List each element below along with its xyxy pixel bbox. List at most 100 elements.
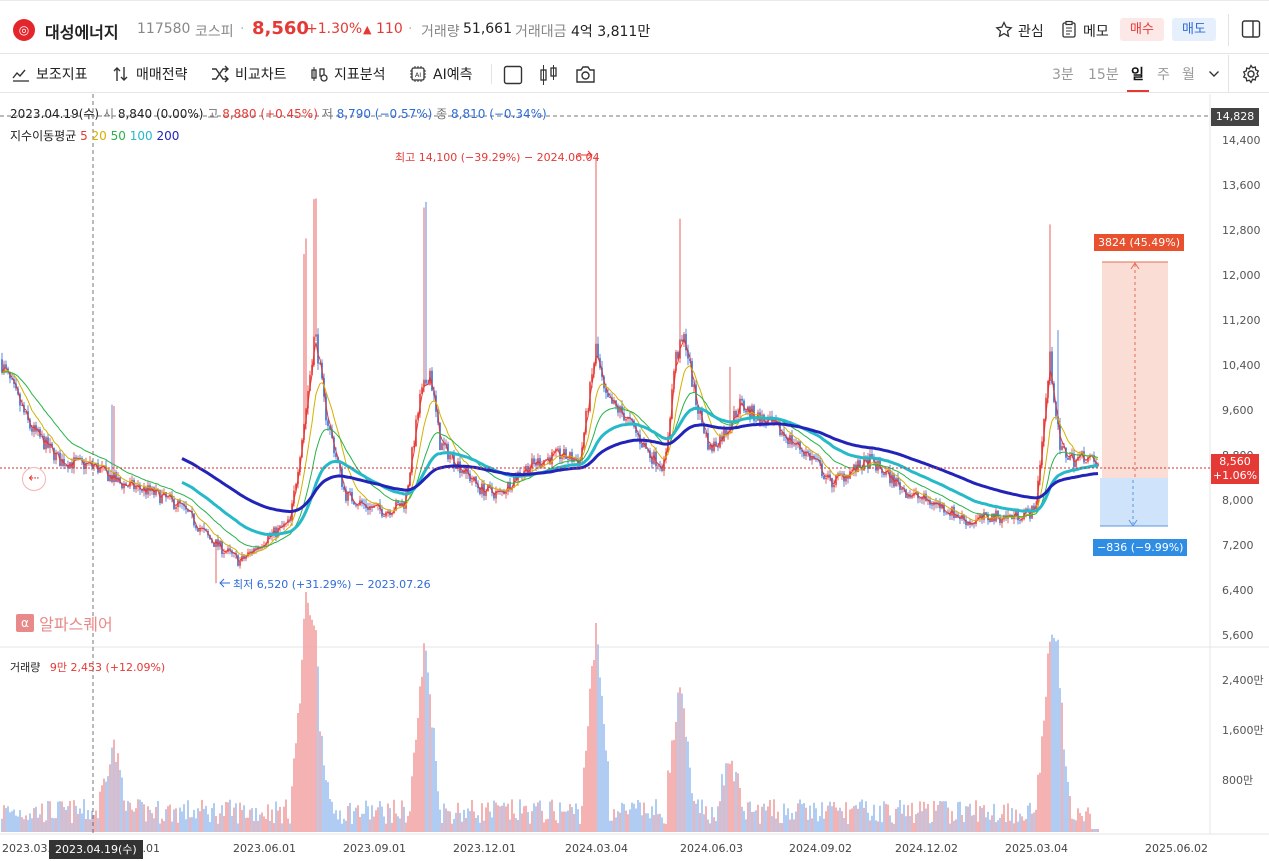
indicator-button[interactable]: 보조지표: [12, 63, 88, 85]
volume-bar: [447, 810, 449, 832]
volume-bar: [509, 819, 511, 832]
camera-icon[interactable]: [575, 65, 596, 84]
volume-bar: [489, 811, 491, 832]
volume-bar: [435, 761, 437, 832]
volume-bar: [1095, 829, 1097, 832]
watch-button[interactable]: 관심: [1018, 21, 1044, 41]
star-icon[interactable]: [995, 21, 1013, 39]
volume-bar: [931, 821, 933, 832]
volume-bar: [347, 806, 349, 832]
volume-bar: [973, 814, 975, 832]
period-15min[interactable]: 15분: [1088, 64, 1119, 84]
volume-bar: [721, 774, 723, 832]
volume-bar: [611, 820, 613, 832]
up-range-label: 3824 (45.49%): [1094, 234, 1185, 251]
volume-bar: [985, 817, 987, 832]
volume-bar: [987, 811, 989, 832]
volume-bar: [815, 808, 817, 832]
volume-bar: [897, 807, 899, 832]
volume-bar: [631, 802, 633, 832]
period-3min[interactable]: 3분: [1052, 64, 1074, 84]
candlestick-icon[interactable]: [539, 64, 559, 86]
strategy-button[interactable]: 매매전략: [112, 63, 188, 85]
alpha-logo-icon: α: [16, 614, 34, 632]
price-tick-label: 12,800: [1222, 224, 1261, 237]
volume-bar: [777, 811, 779, 832]
volume-bar: [961, 815, 963, 832]
period-day[interactable]: 일: [1131, 64, 1144, 84]
volume-bar: [1, 818, 3, 832]
volume-bar: [75, 805, 77, 832]
volume-bar: [855, 805, 857, 832]
stock-name[interactable]: 대성에너지: [45, 19, 119, 43]
volume-bar: [837, 810, 839, 832]
volume-bar: [473, 811, 475, 832]
volume-bar: [259, 814, 261, 832]
volume-bar: [303, 618, 305, 832]
volume-bar: [663, 823, 665, 832]
volume-bars: [1, 592, 1099, 832]
candle-body: [795, 444, 797, 446]
volume-bar: [757, 804, 759, 832]
volume-bar: [587, 726, 589, 832]
sell-button[interactable]: 매도: [1172, 18, 1216, 41]
volume-bar: [819, 816, 821, 832]
volume-bar: [1035, 809, 1037, 832]
volume-bar: [923, 801, 925, 832]
volume-bar: [1001, 814, 1003, 832]
volume-bar: [395, 813, 397, 832]
volume-bar: [681, 693, 683, 832]
chevron-down-icon[interactable]: [1208, 69, 1220, 79]
volume-bar: [33, 808, 35, 832]
turnover-value: 4억 3,811만: [571, 24, 651, 40]
volume-bar: [415, 739, 417, 832]
volume-bar: [763, 803, 765, 832]
volume-bar: [163, 821, 165, 832]
memo-button[interactable]: 메모: [1083, 21, 1109, 41]
volume-bar: [859, 801, 861, 832]
volume-bar: [117, 753, 119, 832]
panel-toggle-icon[interactable]: [1241, 19, 1261, 39]
volume-bar: [739, 787, 741, 832]
low-arrow-icon: [219, 578, 230, 588]
price-chart[interactable]: 14,400 13,600 12,800 12,000 11,200 10,400 9,60…: [0, 94, 1269, 861]
analysis-button[interactable]: 지표분석: [310, 63, 386, 85]
time-tick-label: 2025.03.04: [1005, 842, 1068, 855]
volume-bar: [253, 821, 255, 832]
volume-bar: [147, 806, 149, 832]
volume-bar: [653, 815, 655, 832]
period-week[interactable]: 주: [1157, 64, 1170, 84]
memo-icon[interactable]: [1060, 20, 1078, 39]
volume-bar: [427, 672, 429, 832]
volume-bar: [787, 808, 789, 832]
period-month[interactable]: 월: [1182, 64, 1195, 84]
chart-area[interactable]: 14,400 13,600 12,800 12,000 11,200 10,400 9,60…: [0, 94, 1269, 861]
volume-bar: [271, 809, 273, 832]
volume-bar: [691, 793, 693, 832]
gear-icon[interactable]: [1241, 64, 1261, 84]
volume-bar: [231, 815, 233, 832]
volume-bar: [639, 802, 641, 832]
volume-bar: [377, 807, 379, 832]
square-icon[interactable]: [503, 65, 523, 85]
volume-bar: [667, 770, 669, 832]
scroll-back-button[interactable]: ⇠: [22, 467, 46, 491]
volume-bar: [879, 805, 881, 832]
volume-bar: [335, 810, 337, 832]
volume-bar: [281, 823, 283, 832]
volume-bar: [167, 806, 169, 832]
candle-body: [657, 465, 659, 467]
strategy-label: 매매전략: [136, 67, 188, 83]
candle-body: [239, 560, 241, 566]
volume-bar: [127, 800, 129, 832]
volume-bar: [301, 659, 303, 832]
compare-button[interactable]: 비교차트: [211, 63, 287, 85]
volume-bar: [579, 823, 581, 832]
ai-predict-button[interactable]: AI AI예측: [409, 63, 472, 85]
buy-button[interactable]: 매수: [1120, 18, 1164, 41]
volume-bar: [417, 717, 419, 832]
volume-bar: [527, 812, 529, 832]
volume-bar: [3, 805, 5, 832]
candle-body: [745, 410, 747, 413]
ma-legend[interactable]: 지수이동평균 5 20 50 100 200: [10, 127, 179, 144]
